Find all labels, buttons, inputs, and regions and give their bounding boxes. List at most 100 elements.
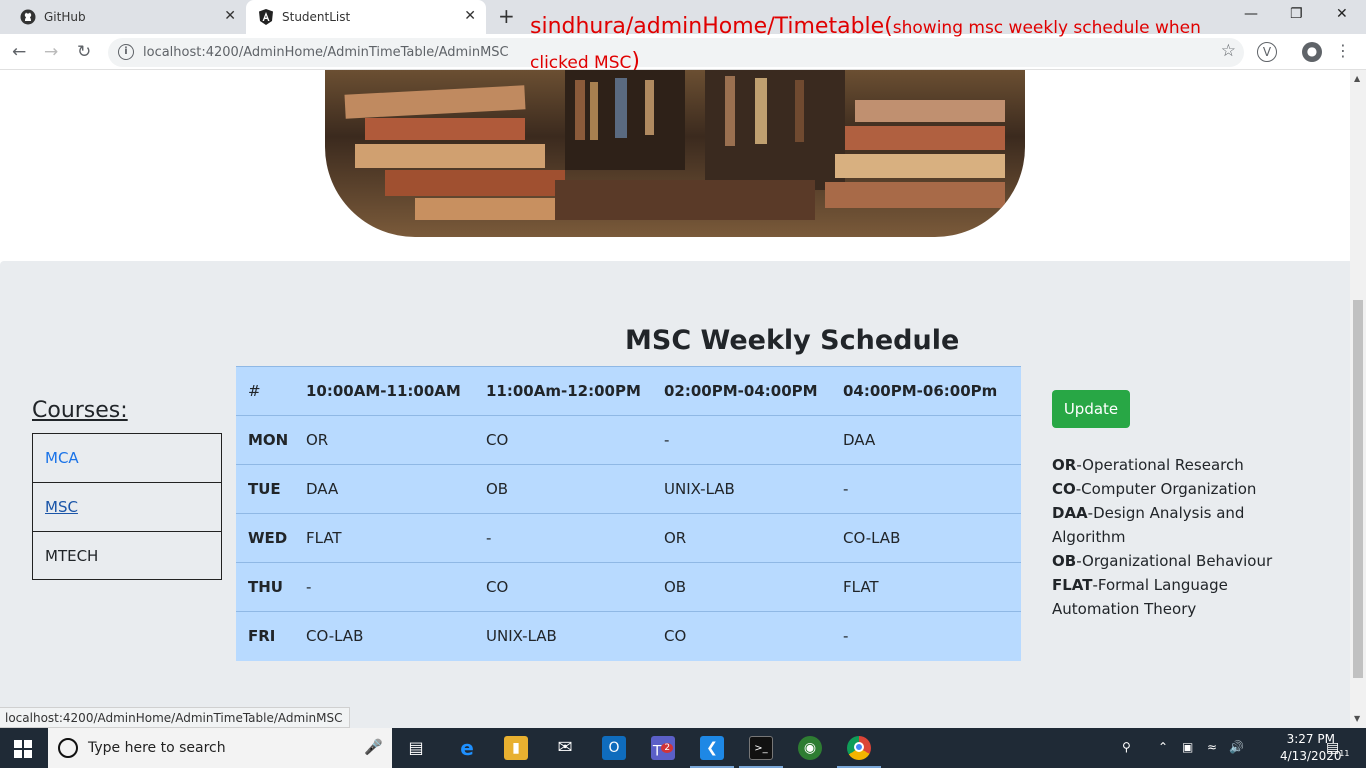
page-title: MSC Weekly Schedule (625, 325, 960, 356)
window-close-button[interactable]: ✕ (1336, 6, 1348, 22)
table-row: MON OR CO - DAA (236, 415, 1021, 465)
wifi-icon[interactable]: ≈ (1207, 740, 1217, 754)
teams-badge: 2 (661, 743, 674, 753)
scroll-up-icon[interactable]: ▲ (1354, 74, 1360, 83)
abbreviation-legend: OR-Operational Research CO-Computer Orga… (1052, 453, 1292, 621)
terminal-icon[interactable]: >_ (749, 736, 773, 760)
legend-abbr: OB (1052, 552, 1077, 570)
back-icon[interactable]: ← (12, 42, 26, 62)
taskbar-search-box[interactable]: Type here to search 🎤 (48, 728, 392, 768)
angular-icon (259, 9, 273, 25)
table-row: TUE DAA OB UNIX-LAB - (236, 464, 1021, 514)
tab-close-icon[interactable]: ✕ (464, 8, 476, 24)
course-item-msc[interactable]: MSC (33, 483, 221, 532)
legend-abbr: OR (1052, 456, 1077, 474)
battery-icon[interactable]: ▣ (1182, 740, 1193, 754)
table-cell: CO-LAB (306, 611, 486, 661)
course-item-mca[interactable]: MCA (33, 434, 221, 483)
github-icon (20, 9, 36, 25)
course-link-mca[interactable]: MCA (45, 449, 79, 467)
profile-icon[interactable]: ● (1302, 42, 1322, 62)
microphone-icon[interactable]: 🎤 (364, 738, 383, 756)
column-header: 10:00AM-11:00AM (306, 366, 486, 416)
column-header: # (236, 366, 306, 416)
row-day: TUE (236, 464, 306, 514)
legend-item: DAA-Design Analysis and Algorithm (1052, 501, 1292, 549)
tab-close-icon[interactable]: ✕ (224, 8, 236, 24)
tab-github[interactable]: GitHub ✕ (8, 0, 246, 34)
annotation-sub: showing msc weekly schedule when (892, 18, 1201, 38)
update-button[interactable]: Update (1052, 390, 1130, 428)
minimize-button[interactable]: — (1244, 6, 1258, 22)
info-icon[interactable]: i (118, 44, 134, 60)
chrome-icon[interactable] (847, 736, 871, 760)
table-cell: FLAT (306, 513, 486, 563)
course-link-msc[interactable]: MSC (45, 498, 78, 516)
row-day: WED (236, 513, 306, 563)
volume-icon[interactable]: 🔊 (1229, 740, 1244, 754)
forward-icon[interactable]: → (44, 42, 58, 62)
table-cell: DAA (306, 464, 486, 514)
table-cell: UNIX-LAB (664, 464, 843, 514)
table-cell: - (306, 562, 486, 612)
mail-icon[interactable]: ✉ (553, 736, 577, 760)
search-placeholder: Type here to search (88, 740, 226, 756)
outlook-icon[interactable]: O (602, 736, 626, 760)
windows-start-icon[interactable] (14, 740, 32, 758)
new-tab-button[interactable]: + (498, 4, 515, 28)
column-header: 04:00PM-06:00Pm (843, 366, 1021, 416)
restore-button[interactable]: ❐ (1290, 6, 1303, 22)
scroll-down-icon[interactable]: ▼ (1354, 714, 1360, 723)
table-cell: OB (486, 464, 664, 514)
legend-text: -Computer Organization (1075, 480, 1257, 498)
legend-abbr: FLAT (1052, 576, 1093, 594)
extension-v-icon[interactable]: V (1257, 42, 1277, 62)
file-explorer-icon[interactable]: ▮ (504, 736, 528, 760)
scrollbar-thumb[interactable] (1353, 300, 1363, 678)
notification-count: 11 (1339, 748, 1350, 758)
table-row: FRI CO-LAB UNIX-LAB CO - (236, 611, 1021, 661)
page-scrollbar[interactable]: ▲ ▼ (1350, 70, 1366, 728)
edge-icon[interactable]: e (455, 736, 479, 760)
table-cell: CO (664, 611, 843, 661)
legend-item: OR-Operational Research (1052, 453, 1292, 477)
people-icon[interactable]: ⚲ (1122, 740, 1131, 754)
windows-taskbar: Type here to search 🎤 ▤ e ▮ ✉ O T2 ❮ >_ … (0, 728, 1366, 768)
table-cell: FLAT (843, 562, 1021, 612)
tab-title: GitHub (44, 10, 86, 24)
link-status-bar: localhost:4200/AdminHome/AdminTimeTable/… (0, 707, 350, 728)
notification-center-icon[interactable]: ▤11 (1326, 740, 1349, 758)
table-cell: CO-LAB (843, 513, 1021, 563)
legend-item: CO-Computer Organization (1052, 477, 1292, 501)
tab-studentlist[interactable]: StudentList ✕ (246, 0, 486, 34)
row-day: THU (236, 562, 306, 612)
course-label-mtech[interactable]: MTECH (45, 547, 98, 565)
menu-kebab-icon[interactable]: ⋮ (1333, 42, 1353, 62)
teams-icon[interactable]: T2 (651, 736, 675, 760)
row-day: MON (236, 415, 306, 465)
table-cell: - (843, 464, 1021, 514)
reload-icon[interactable]: ↻ (77, 42, 91, 62)
column-header: 02:00PM-04:00PM (664, 366, 843, 416)
table-cell: OR (664, 513, 843, 563)
table-cell: OB (664, 562, 843, 612)
tray-chevron-icon[interactable]: ⌃ (1158, 740, 1168, 754)
legend-abbr: DAA (1052, 504, 1088, 522)
globe-app-icon[interactable]: ◉ (798, 736, 822, 760)
table-cell: DAA (843, 415, 1021, 465)
row-day: FRI (236, 611, 306, 661)
column-header: 11:00Am-12:00PM (486, 366, 664, 416)
table-cell: CO (486, 562, 664, 612)
course-item-mtech[interactable]: MTECH (33, 532, 221, 579)
table-cell: - (486, 513, 664, 563)
legend-text: -Organizational Behaviour (1076, 552, 1273, 570)
url-text[interactable]: localhost:4200/AdminHome/AdminTimeTable/… (143, 45, 509, 60)
table-cell: - (843, 611, 1021, 661)
legend-abbr: CO (1052, 480, 1076, 498)
legend-item: OB-Organizational Behaviour (1052, 549, 1292, 573)
table-cell: OR (306, 415, 486, 465)
courses-title: Courses: (32, 398, 128, 423)
table-cell: UNIX-LAB (486, 611, 664, 661)
task-view-icon[interactable]: ▤ (404, 736, 428, 760)
vscode-icon[interactable]: ❮ (700, 736, 724, 760)
